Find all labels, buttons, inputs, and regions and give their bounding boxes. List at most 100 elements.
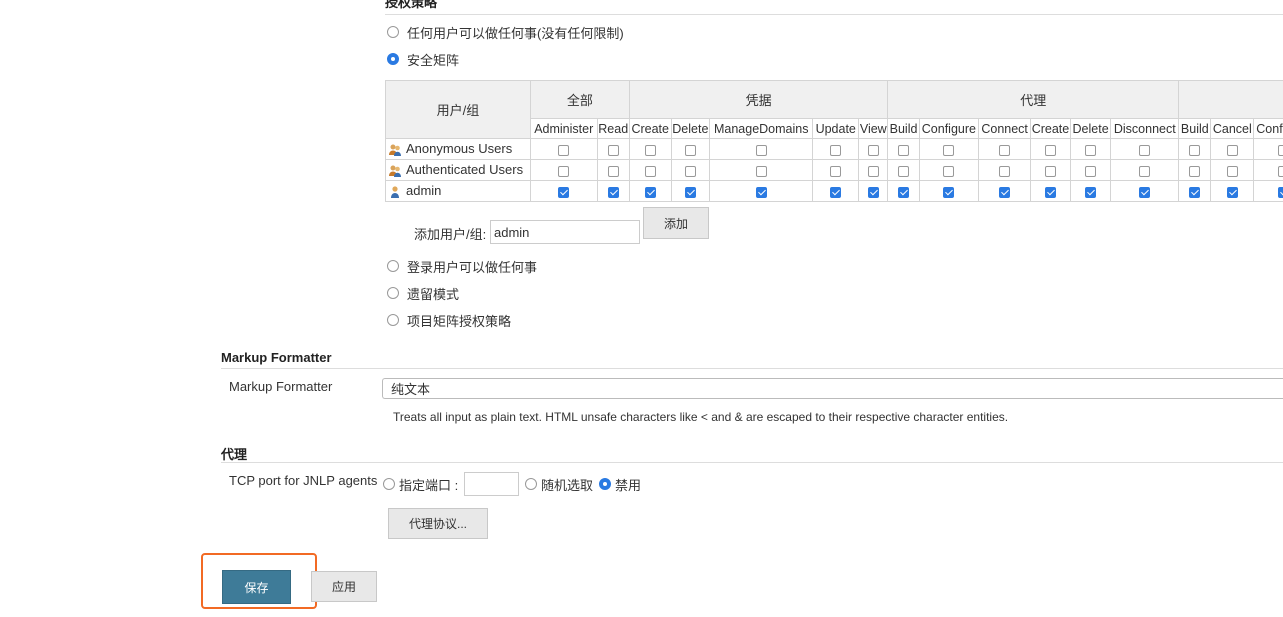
matrix-checkbox-cell [1210, 180, 1255, 202]
divider [221, 462, 1283, 463]
permission-checkbox[interactable] [1189, 165, 1201, 177]
permission-checkbox[interactable] [755, 186, 767, 198]
apply-button[interactable]: 应用 [311, 571, 377, 602]
permission-checkbox[interactable] [558, 144, 570, 156]
permission-checkbox[interactable] [830, 165, 842, 177]
permission-checkbox[interactable] [867, 144, 879, 156]
user-icon [388, 185, 402, 199]
matrix-checkbox-cell [1110, 138, 1180, 160]
radio-logged-in[interactable] [387, 260, 399, 272]
permission-checkbox[interactable] [1085, 144, 1097, 156]
permission-checkbox[interactable] [684, 186, 696, 198]
matrix-checkbox-cell [812, 159, 860, 181]
tcp-option-disable[interactable]: 禁用 [599, 475, 641, 493]
tcp-option-random[interactable]: 随机选取 [525, 475, 593, 493]
matrix-checkbox-cell [628, 138, 672, 160]
permission-checkbox[interactable] [607, 165, 619, 177]
auth-option-anyone[interactable]: 任何用户可以做任何事(没有任何限制) [387, 23, 624, 41]
permission-checkbox[interactable] [867, 186, 879, 198]
permission-checkbox[interactable] [607, 144, 619, 156]
add-user-input[interactable]: admin [490, 220, 640, 244]
matrix-checkbox-cell [978, 159, 1032, 181]
permission-checkbox[interactable] [607, 186, 619, 198]
permission-checkbox[interactable] [898, 165, 910, 177]
save-button[interactable]: 保存 [222, 570, 291, 604]
permission-checkbox[interactable] [1189, 144, 1201, 156]
permission-checkbox[interactable] [999, 165, 1011, 177]
permission-checkbox[interactable] [1226, 186, 1238, 198]
perm-header: Configure [918, 118, 980, 139]
permission-checkbox[interactable] [830, 144, 842, 156]
matrix-checkbox-cell [1253, 159, 1283, 181]
permission-checkbox[interactable] [943, 144, 955, 156]
permission-checkbox[interactable] [1226, 144, 1238, 156]
perm-header: Build [887, 118, 920, 139]
radio-project-matrix[interactable] [387, 314, 399, 326]
permission-checkbox[interactable] [867, 165, 879, 177]
radio-disable[interactable] [599, 478, 611, 490]
matrix-checkbox-cell [1069, 159, 1112, 181]
tcp-port-input[interactable] [464, 472, 519, 496]
matrix-checkbox-cell [1030, 180, 1071, 202]
add-user-label: 添加用户/组: [414, 227, 487, 242]
matrix-checkbox-cell [529, 180, 598, 202]
matrix-user-name: admin [406, 183, 442, 199]
permission-checkbox[interactable] [1139, 165, 1151, 177]
auth-option-legacy[interactable]: 遗留模式 [387, 284, 459, 302]
permission-checkbox[interactable] [999, 186, 1011, 198]
tcp-option-fixed[interactable]: 指定端口 : [383, 475, 458, 493]
permission-checkbox[interactable] [1044, 144, 1056, 156]
permission-checkbox[interactable] [1277, 144, 1283, 156]
auth-option-matrix[interactable]: 安全矩阵 [387, 50, 459, 68]
permission-checkbox[interactable] [1044, 165, 1056, 177]
permission-checkbox[interactable] [684, 165, 696, 177]
permission-checkbox[interactable] [1139, 144, 1151, 156]
auth-option-logged-in[interactable]: 登录用户可以做任何事 [387, 257, 537, 275]
permission-checkbox[interactable] [898, 144, 910, 156]
auth-option-project-matrix[interactable]: 项目矩阵授权策略 [387, 311, 511, 329]
permission-checkbox[interactable] [684, 144, 696, 156]
permission-checkbox[interactable] [1189, 186, 1201, 198]
auth-section-title: 授权策略 [385, 0, 438, 10]
add-button[interactable]: 添加 [643, 207, 709, 239]
permission-checkbox[interactable] [558, 186, 570, 198]
permission-checkbox[interactable] [999, 144, 1011, 156]
matrix-checkbox-cell [1178, 180, 1212, 202]
radio-anyone[interactable] [387, 26, 399, 38]
permission-checkbox[interactable] [644, 186, 656, 198]
radio-fixed-port[interactable] [383, 478, 395, 490]
permission-checkbox[interactable] [644, 165, 656, 177]
tcp-port-label: TCP port for JNLP agents [229, 473, 378, 488]
markup-formatter-value: 纯文本 [391, 382, 431, 397]
permission-checkbox[interactable] [1277, 165, 1283, 177]
permission-checkbox[interactable] [943, 165, 955, 177]
permission-checkbox[interactable] [830, 186, 842, 198]
perm-header: Read [596, 118, 630, 139]
markup-formatter-select[interactable]: 纯文本 [382, 378, 1283, 399]
matrix-checkbox-cell [670, 180, 711, 202]
permission-checkbox[interactable] [644, 144, 656, 156]
radio-legacy[interactable] [387, 287, 399, 299]
permission-checkbox[interactable] [898, 186, 910, 198]
permission-checkbox[interactable] [755, 144, 767, 156]
permission-checkbox[interactable] [1044, 186, 1056, 198]
matrix-checkbox-cell [1178, 159, 1212, 181]
permission-checkbox[interactable] [1226, 165, 1238, 177]
permission-checkbox[interactable] [943, 186, 955, 198]
matrix-checkbox-cell [812, 180, 860, 202]
permission-checkbox[interactable] [1085, 165, 1097, 177]
permission-checkbox[interactable] [1277, 186, 1283, 198]
matrix-checkbox-cell [887, 159, 920, 181]
permission-checkbox[interactable] [558, 165, 570, 177]
radio-random-port[interactable] [525, 478, 537, 490]
auth-option-project-matrix-label: 项目矩阵授权策略 [407, 313, 512, 329]
permission-checkbox[interactable] [1085, 186, 1097, 198]
permission-checkbox[interactable] [755, 165, 767, 177]
permission-checkbox[interactable] [1139, 186, 1151, 198]
matrix-checkbox-cell [1030, 159, 1071, 181]
matrix-checkbox-cell [1069, 138, 1112, 160]
radio-matrix[interactable] [387, 53, 399, 65]
matrix-checkbox-cell [670, 159, 711, 181]
agent-protocols-button[interactable]: 代理协议... [388, 508, 488, 539]
tcp-option-random-label: 随机选取 [541, 477, 594, 493]
